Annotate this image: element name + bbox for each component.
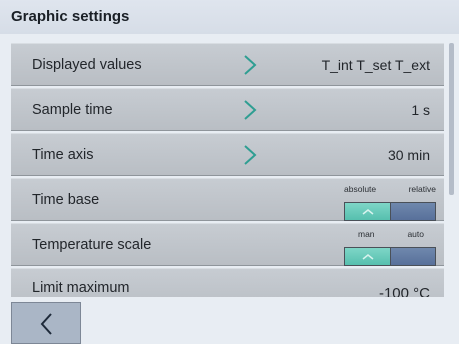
toggle-option-auto[interactable] <box>390 247 436 266</box>
row-label: Temperature scale <box>32 237 152 253</box>
chevron-left-icon <box>40 313 52 335</box>
row-label: Time axis <box>32 147 94 163</box>
row-label: Limit maximum <box>32 280 130 296</box>
time-base-toggle: absolute relative <box>344 182 436 221</box>
toggle-option-man[interactable] <box>344 247 391 266</box>
row-time-axis[interactable]: Time axis 30 min <box>11 133 444 176</box>
chevron-right-icon <box>244 145 257 165</box>
chevron-right-icon <box>244 55 257 75</box>
caret-up-icon <box>362 254 373 260</box>
row-label: Time base <box>32 192 100 208</box>
row-value: 30 min <box>387 147 430 163</box>
chevron-right-icon <box>244 100 257 120</box>
row-value: 1 s <box>411 102 430 118</box>
row-time-base: Time base absolute relative <box>11 178 444 221</box>
row-value: T_int T_set T_ext <box>321 57 430 73</box>
toggle-option-absolute[interactable] <box>344 202 391 221</box>
toggle-option-label: absolute <box>344 184 377 194</box>
row-limit-maximum[interactable]: Limit maximum -100 °C <box>11 268 444 297</box>
caret-up-icon <box>362 209 373 215</box>
page-title: Graphic settings <box>0 0 459 34</box>
row-label: Sample time <box>32 102 113 118</box>
row-sample-time[interactable]: Sample time 1 s <box>11 88 444 131</box>
toggle-option-label: man <box>358 229 375 239</box>
toggle-option-label: auto <box>407 229 424 239</box>
scrollbar[interactable] <box>449 43 454 195</box>
row-label: Displayed values <box>32 57 142 73</box>
row-displayed-values[interactable]: Displayed values T_int T_set T_ext <box>11 43 444 86</box>
temperature-scale-toggle: man auto <box>344 227 436 266</box>
back-button[interactable] <box>11 302 81 344</box>
toggle-option-label: relative <box>408 184 436 194</box>
row-value: -100 °C <box>378 285 430 297</box>
toggle-option-relative[interactable] <box>390 202 436 221</box>
row-temperature-scale: Temperature scale man auto <box>11 223 444 266</box>
settings-list: Displayed values T_int T_set T_ext Sampl… <box>11 43 444 297</box>
